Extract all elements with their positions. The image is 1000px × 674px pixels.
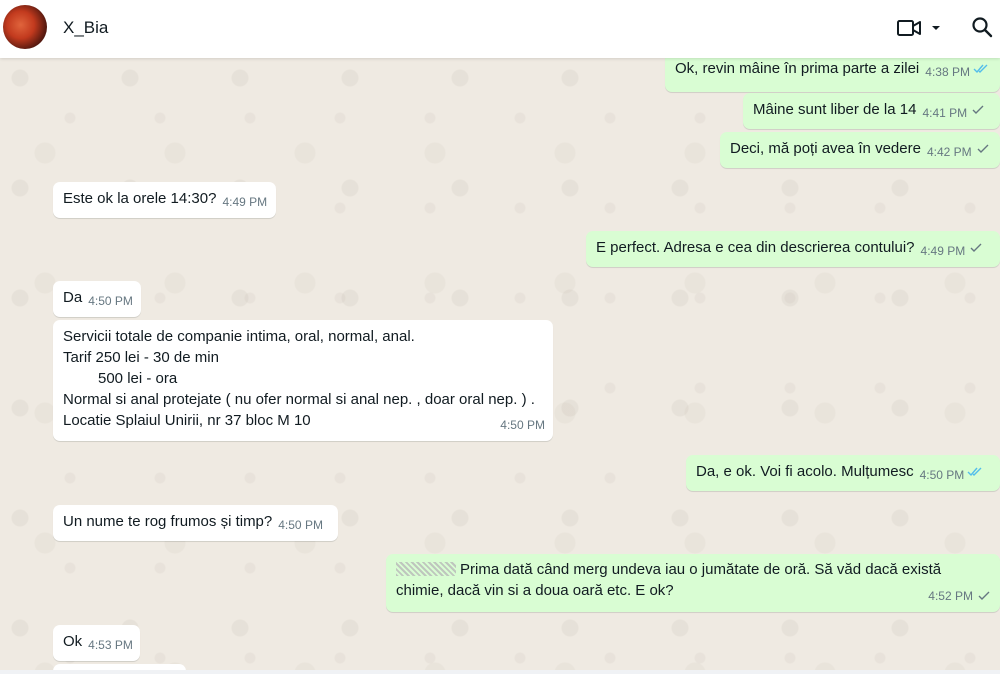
message-time: 4:41 PM bbox=[922, 106, 968, 120]
message-text: Mâine sunt liber de la 14 bbox=[753, 101, 917, 118]
message-text: E perfect. Adresa e cea din descrierea c… bbox=[596, 239, 915, 256]
contact-name[interactable]: X_Bia bbox=[63, 18, 108, 38]
video-call-icon[interactable] bbox=[896, 17, 922, 39]
message-text: Ok bbox=[63, 633, 83, 650]
message-line: chimie, dacă vin si a doua oară etc. E o… bbox=[396, 582, 674, 599]
message-bubble-incoming[interactable]: Este ok la orele 14:30? 4:49 PM bbox=[53, 182, 276, 218]
message-text: Un nume te rog frumos și timp? bbox=[63, 513, 273, 530]
message-bubble-incoming[interactable]: Servicii totale de companie intima, oral… bbox=[53, 320, 553, 441]
message-bubble-incoming[interactable]: Ok 4:53 PM bbox=[53, 625, 140, 661]
message-text: Este ok la orele 14:30? bbox=[63, 190, 217, 207]
message-time: 4:50 PM bbox=[278, 518, 323, 532]
message-text: Da bbox=[63, 289, 83, 306]
double-check-read-icon bbox=[967, 467, 982, 477]
message-line: 500 lei - ora bbox=[98, 370, 178, 387]
message-line: Tarif 250 lei - 30 de min bbox=[63, 349, 219, 366]
message-time: 4:52 PM bbox=[928, 586, 992, 607]
message-line-text: Prima dată când merg undeva iau o jumăta… bbox=[460, 561, 942, 578]
message-time-text: 4:52 PM bbox=[928, 589, 973, 603]
check-sent-icon bbox=[970, 243, 982, 252]
search-icon[interactable] bbox=[970, 15, 994, 39]
message-line: Prima dată când merg undeva iau o jumăta… bbox=[396, 559, 991, 580]
message-time: 4:42 PM bbox=[926, 145, 972, 159]
message-bubble-outgoing[interactable]: Da, e ok. Voi fi acolo. Mulțumesc 4:50 PM bbox=[686, 455, 1000, 491]
message-bubble-outgoing[interactable]: Prima dată când merg undeva iau o jumăta… bbox=[386, 554, 1000, 612]
avatar[interactable] bbox=[3, 5, 47, 49]
message-bubble-outgoing[interactable]: Deci, mă poți avea în vedere 4:42 PM bbox=[720, 132, 1000, 168]
composer-edge bbox=[0, 670, 1000, 674]
check-sent-icon bbox=[972, 105, 984, 114]
chevron-down-icon[interactable] bbox=[930, 23, 942, 33]
message-text: Da, e ok. Voi fi acolo. Mulțumesc bbox=[696, 463, 914, 480]
message-line: Locatie Splaiul Unirii, nr 37 bloc M 10 bbox=[63, 412, 311, 429]
message-bubble-outgoing[interactable]: E perfect. Adresa e cea din descrierea c… bbox=[586, 231, 1000, 267]
message-line: Servicii totale de companie intima, oral… bbox=[63, 328, 415, 345]
message-list[interactable]: Ok, revin mâine în prima parte a zilei 4:… bbox=[0, 58, 1000, 670]
check-sent-icon bbox=[978, 591, 990, 600]
redacted-name bbox=[396, 562, 456, 576]
double-check-read-icon bbox=[973, 64, 988, 74]
message-time: 4:49 PM bbox=[920, 244, 966, 258]
message-time: 4:38 PM bbox=[925, 65, 970, 79]
message-time: 4:50 PM bbox=[500, 418, 545, 432]
message-time: 4:53 PM bbox=[88, 638, 133, 652]
message-text: Deci, mă poți avea în vedere bbox=[730, 140, 921, 157]
check-sent-icon bbox=[977, 144, 989, 153]
message-time: 4:50 PM bbox=[88, 294, 133, 308]
message-bubble-incoming[interactable]: Da 4:50 PM bbox=[53, 281, 141, 317]
message-bubble-outgoing[interactable]: Ok, revin mâine în prima parte a zilei 4:… bbox=[665, 58, 1000, 92]
message-bubble-incoming[interactable]: Un nume te rog frumos și timp? 4:50 PM bbox=[53, 505, 338, 541]
message-text: Ok, revin mâine în prima parte a zilei bbox=[675, 60, 920, 77]
message-time: 4:49 PM bbox=[222, 195, 268, 209]
message-line: Normal si anal protejate ( nu ofer norma… bbox=[63, 391, 535, 408]
chat-header: X_Bia bbox=[0, 0, 1000, 58]
message-bubble-outgoing[interactable]: Mâine sunt liber de la 14 4:41 PM bbox=[743, 93, 1000, 129]
message-time: 4:50 PM bbox=[919, 468, 965, 482]
